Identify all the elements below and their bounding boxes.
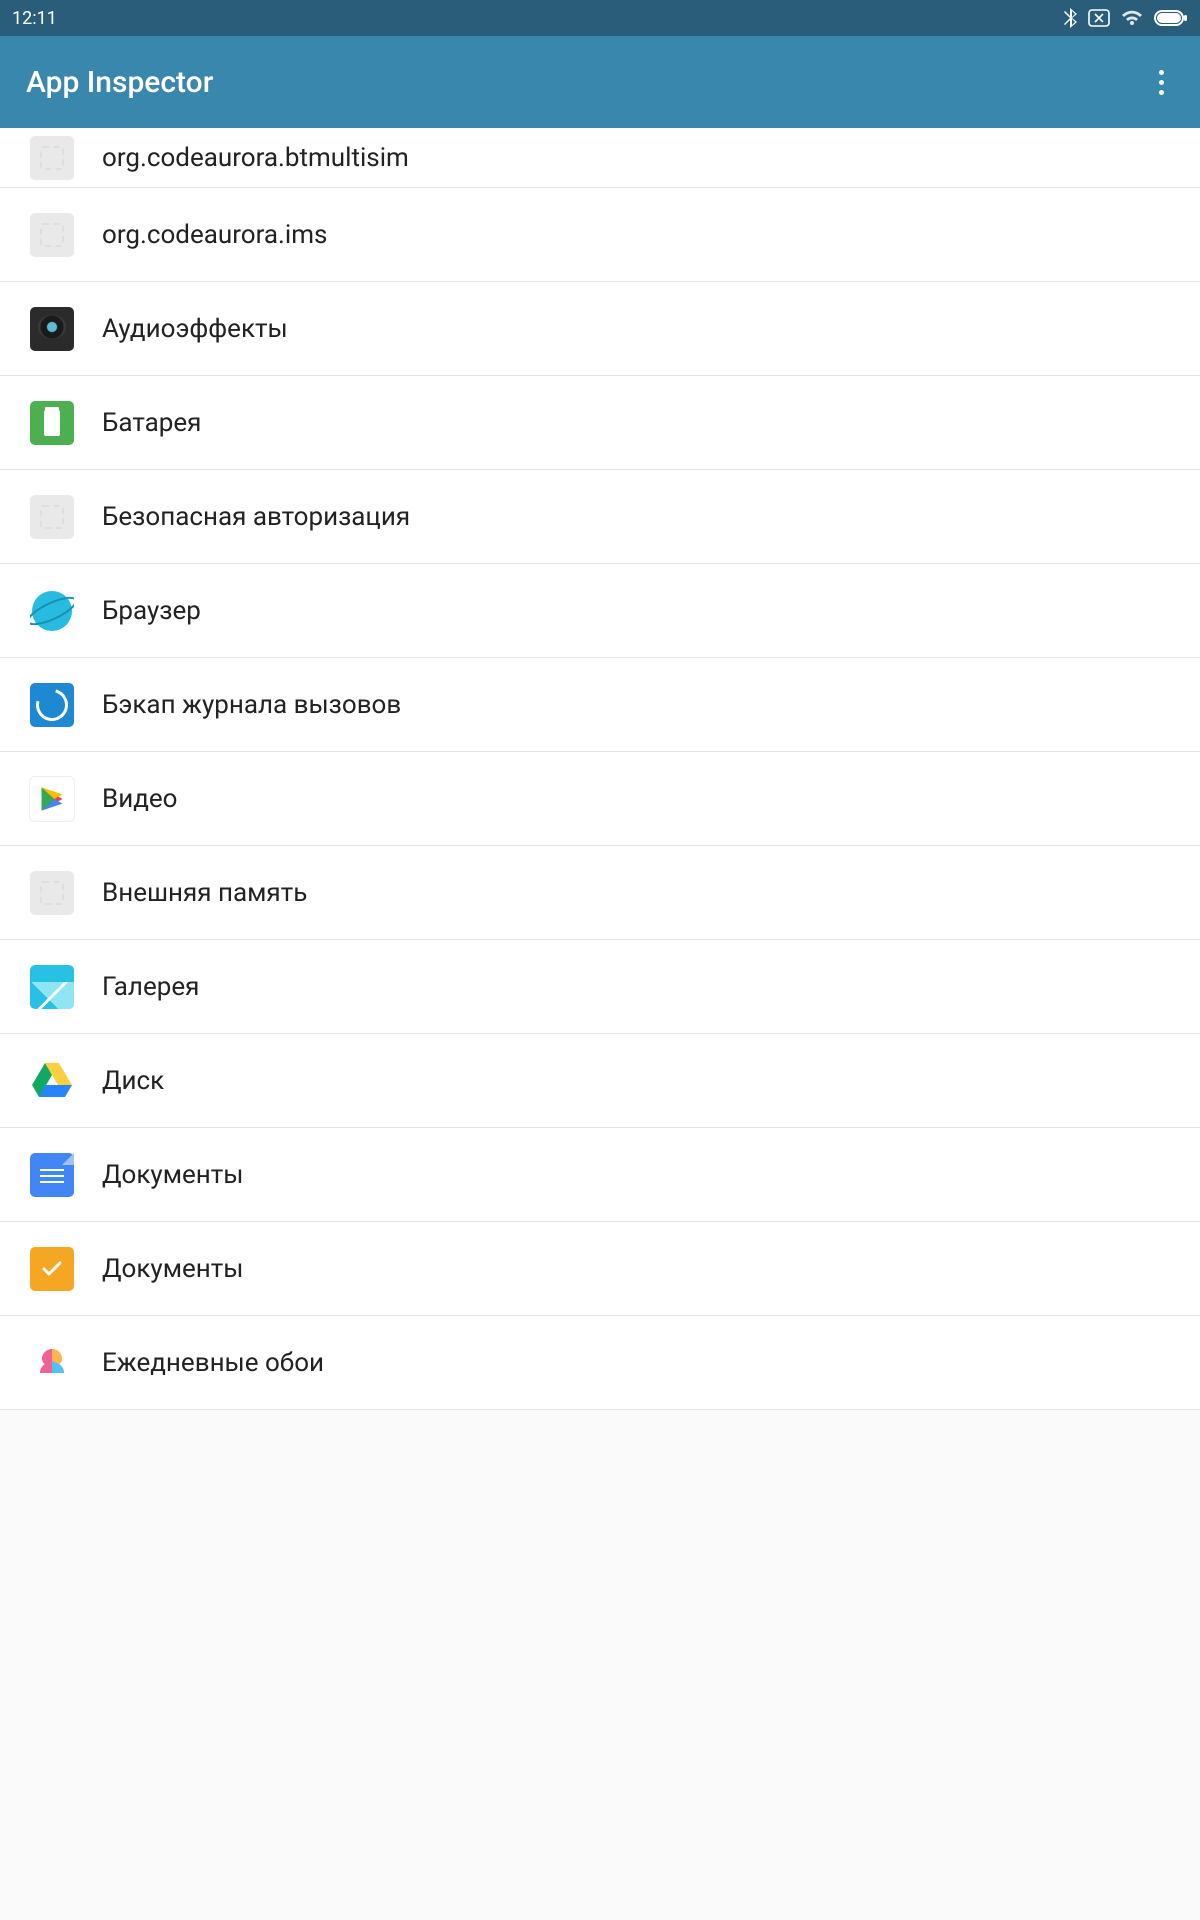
app-label: Батарея — [102, 408, 201, 438]
generic-app-icon — [30, 495, 74, 539]
app-label: Бэкап журнала вызовов — [102, 690, 401, 720]
app-label: Документы — [102, 1254, 244, 1284]
overflow-menu-button[interactable] — [1149, 60, 1174, 105]
gallery-icon — [30, 965, 74, 1009]
no-sim-icon — [1088, 9, 1110, 27]
battery-icon — [1154, 9, 1188, 27]
app-label: Диск — [102, 1066, 164, 1096]
bluetooth-icon — [1064, 8, 1078, 28]
app-list-item[interactable]: Документы — [0, 1128, 1200, 1222]
generic-app-icon — [30, 213, 74, 257]
app-list-item[interactable]: Аудиоэффекты — [0, 282, 1200, 376]
app-list-item[interactable]: Галерея — [0, 940, 1200, 1034]
app-label: Безопасная авторизация — [102, 502, 410, 532]
status-time: 12:11 — [12, 8, 57, 29]
app-bar: App Inspector — [0, 36, 1200, 128]
app-list-item[interactable]: org.codeaurora.ims — [0, 188, 1200, 282]
generic-app-icon — [30, 136, 74, 180]
app-label: Браузер — [102, 596, 201, 626]
battery-app-icon — [30, 401, 74, 445]
app-list-item[interactable]: org.codeaurora.btmultisim — [0, 128, 1200, 188]
app-label: Галерея — [102, 972, 199, 1002]
app-list-item[interactable]: Видео — [0, 752, 1200, 846]
app-list-item[interactable]: Батарея — [0, 376, 1200, 470]
checkmark-icon — [30, 1247, 74, 1291]
app-label: org.codeaurora.ims — [102, 220, 327, 250]
app-list-item[interactable]: Внешняя память — [0, 846, 1200, 940]
generic-app-icon — [30, 871, 74, 915]
play-store-icon — [30, 777, 74, 821]
status-icons — [1064, 8, 1188, 28]
status-bar: 12:11 — [0, 0, 1200, 36]
docs-icon — [30, 1153, 74, 1197]
speaker-icon — [30, 307, 74, 351]
wallpaper-icon — [30, 1341, 74, 1385]
app-label: Ежедневные обои — [102, 1348, 324, 1378]
app-label: Документы — [102, 1160, 244, 1190]
app-list-item[interactable]: Ежедневные обои — [0, 1316, 1200, 1410]
app-title: App Inspector — [26, 65, 213, 100]
drive-icon — [30, 1059, 74, 1103]
app-label: org.codeaurora.btmultisim — [102, 143, 409, 173]
app-list-item[interactable]: Безопасная авторизация — [0, 470, 1200, 564]
app-list-item[interactable]: Браузер — [0, 564, 1200, 658]
app-list-item[interactable]: Диск — [0, 1034, 1200, 1128]
app-list[interactable]: org.codeaurora.btmultisim org.codeaurora.… — [0, 128, 1200, 1410]
backup-icon — [30, 683, 74, 727]
app-label: Видео — [102, 784, 178, 814]
app-list-item[interactable]: Бэкап журнала вызовов — [0, 658, 1200, 752]
browser-icon — [30, 589, 74, 633]
wifi-icon — [1120, 9, 1144, 27]
app-label: Внешняя память — [102, 878, 307, 908]
app-label: Аудиоэффекты — [102, 314, 288, 344]
app-list-item[interactable]: Документы — [0, 1222, 1200, 1316]
